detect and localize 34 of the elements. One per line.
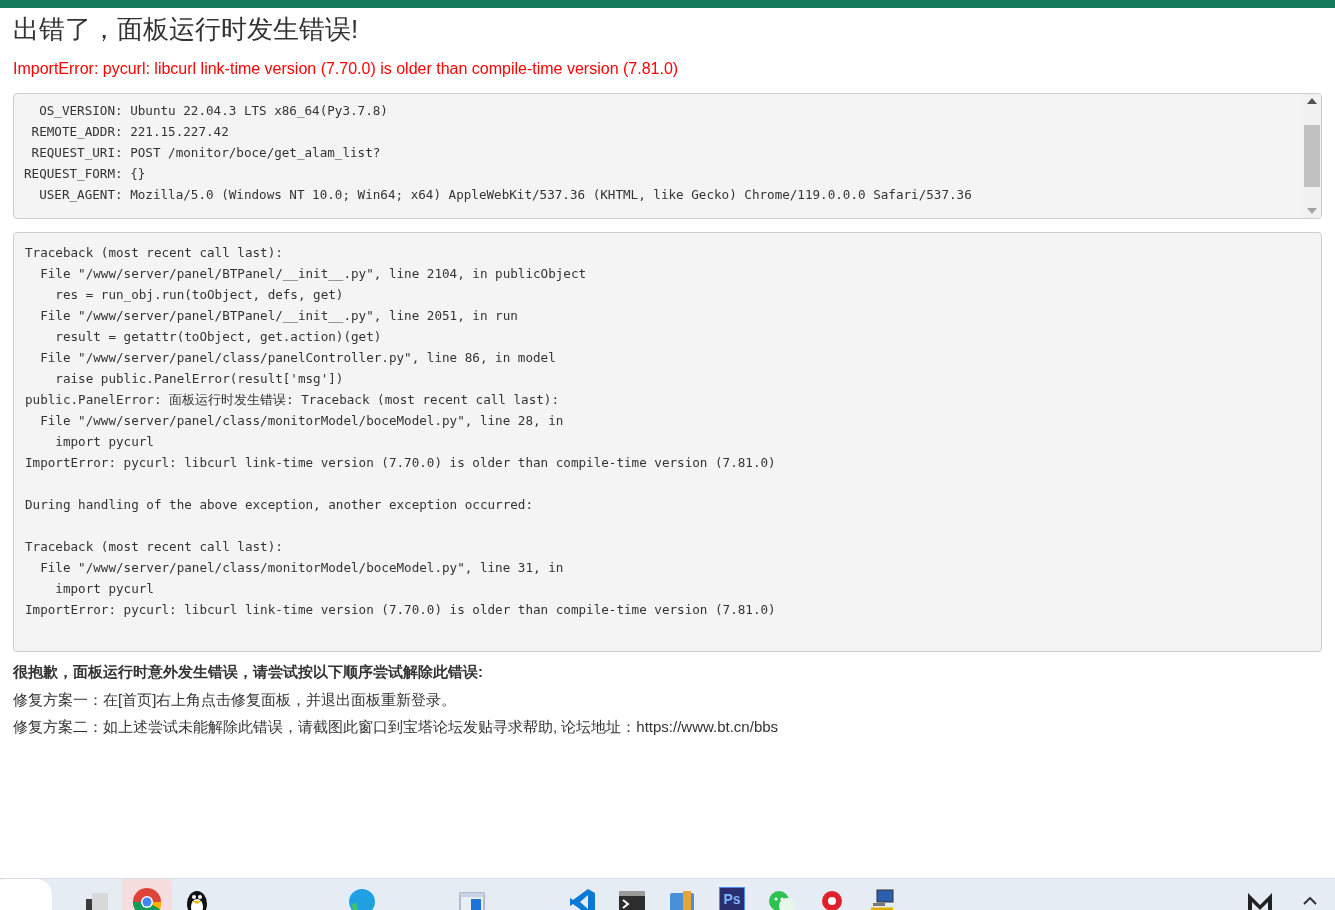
traceback-line: res = run_obj.run(toObject, defs, get) — [54, 286, 345, 304]
info-line: REQUEST_URI: POST /monitor/boce/get_alam_list? — [30, 144, 382, 162]
chrome-icon — [132, 887, 162, 910]
help-step: 修复方案二：如上述尝试未能解除此错误，请截图此窗口到宝塔论坛发贴寻求帮助, 论坛地址：https://www.bt.cn/bbs — [13, 713, 1322, 740]
traceback-line: During handling of the above exception, another exception occurred: — [25, 496, 534, 514]
info-line: REMOTE_ADDR: 221.15.227.42 — [30, 123, 230, 141]
traceback-line: File "/www/server/panel/class/monitorModel/boceModel.py", line 28, in — [39, 412, 565, 430]
traceback-line: Traceback (most recent call last): — [25, 538, 284, 556]
help-step: 修复方案一：在[首页]右上角点击修复面板，并退出面板重新登录。 — [13, 686, 1322, 713]
traceback-line: ImportError: pycurl: libcurl link-time version (7.70.0) is older than compile-time version (7.81.0) — [25, 601, 777, 619]
traceback-line: Traceback (most recent call last): — [25, 244, 284, 262]
scroll-thumb[interactable] — [1304, 125, 1320, 187]
page-title: 出错了，面板运行时发生错误! — [13, 13, 360, 46]
caret-up-icon — [1303, 897, 1317, 905]
traceback-line: result = getattr(toObject, get.action)(get) — [54, 328, 383, 346]
traceback-line: public.PanelError: 面板运行时发生错误: Traceback (most recent call last): — [25, 391, 560, 409]
traceback-line: File "/www/server/panel/class/panelController.py", line 86, in model — [39, 349, 557, 367]
traceback-line: ImportError: pycurl: libcurl link-time version (7.70.0) is older than compile-time version (7.81.0) — [25, 454, 777, 472]
traceback-line: import pycurl — [54, 580, 155, 598]
error-message: ImportError: pycurl: libcurl link-time version (7.70.0) is older than compile-time version (7.81.0) — [13, 59, 680, 79]
traceback-line: import pycurl — [54, 433, 155, 451]
scrollbar[interactable] — [1303, 94, 1321, 218]
info-line: OS_VERSION: Ubuntu 22.04.3 LTS x86_64(Py3.7.8) — [38, 102, 389, 120]
info-line: USER_AGENT: Mozilla/5.0 (Windows NT 10.0; Win64; x64) AppleWebKit/537.36 (KHTML, like Gecko) Chrome/119.0.0.0 Safari/537.36 — [38, 186, 973, 204]
edge-icon — [347, 887, 377, 910]
scroll-up-icon[interactable] — [1307, 98, 1317, 104]
taskbar-app[interactable]: Ps — [707, 879, 757, 910]
scroll-down-icon[interactable] — [1307, 208, 1317, 214]
traceback-line: File "/www/server/panel/class/monitorModel/boceModel.py", line 31, in — [39, 559, 565, 577]
traceback-line: File "/www/server/panel/BTPanel/__init__.py", line 2051, in run — [39, 307, 519, 325]
traceback-line: File "/www/server/panel/BTPanel/__init__.py", line 2104, in publicObject — [39, 265, 588, 283]
help-heading: 很抱歉，面板运行时意外发生错误，请尝试按以下顺序尝试解除此错误: — [13, 662, 484, 682]
info-line: REQUEST_FORM: {} — [24, 165, 147, 183]
traceback-line: raise public.PanelError(result['msg']) — [54, 370, 345, 388]
